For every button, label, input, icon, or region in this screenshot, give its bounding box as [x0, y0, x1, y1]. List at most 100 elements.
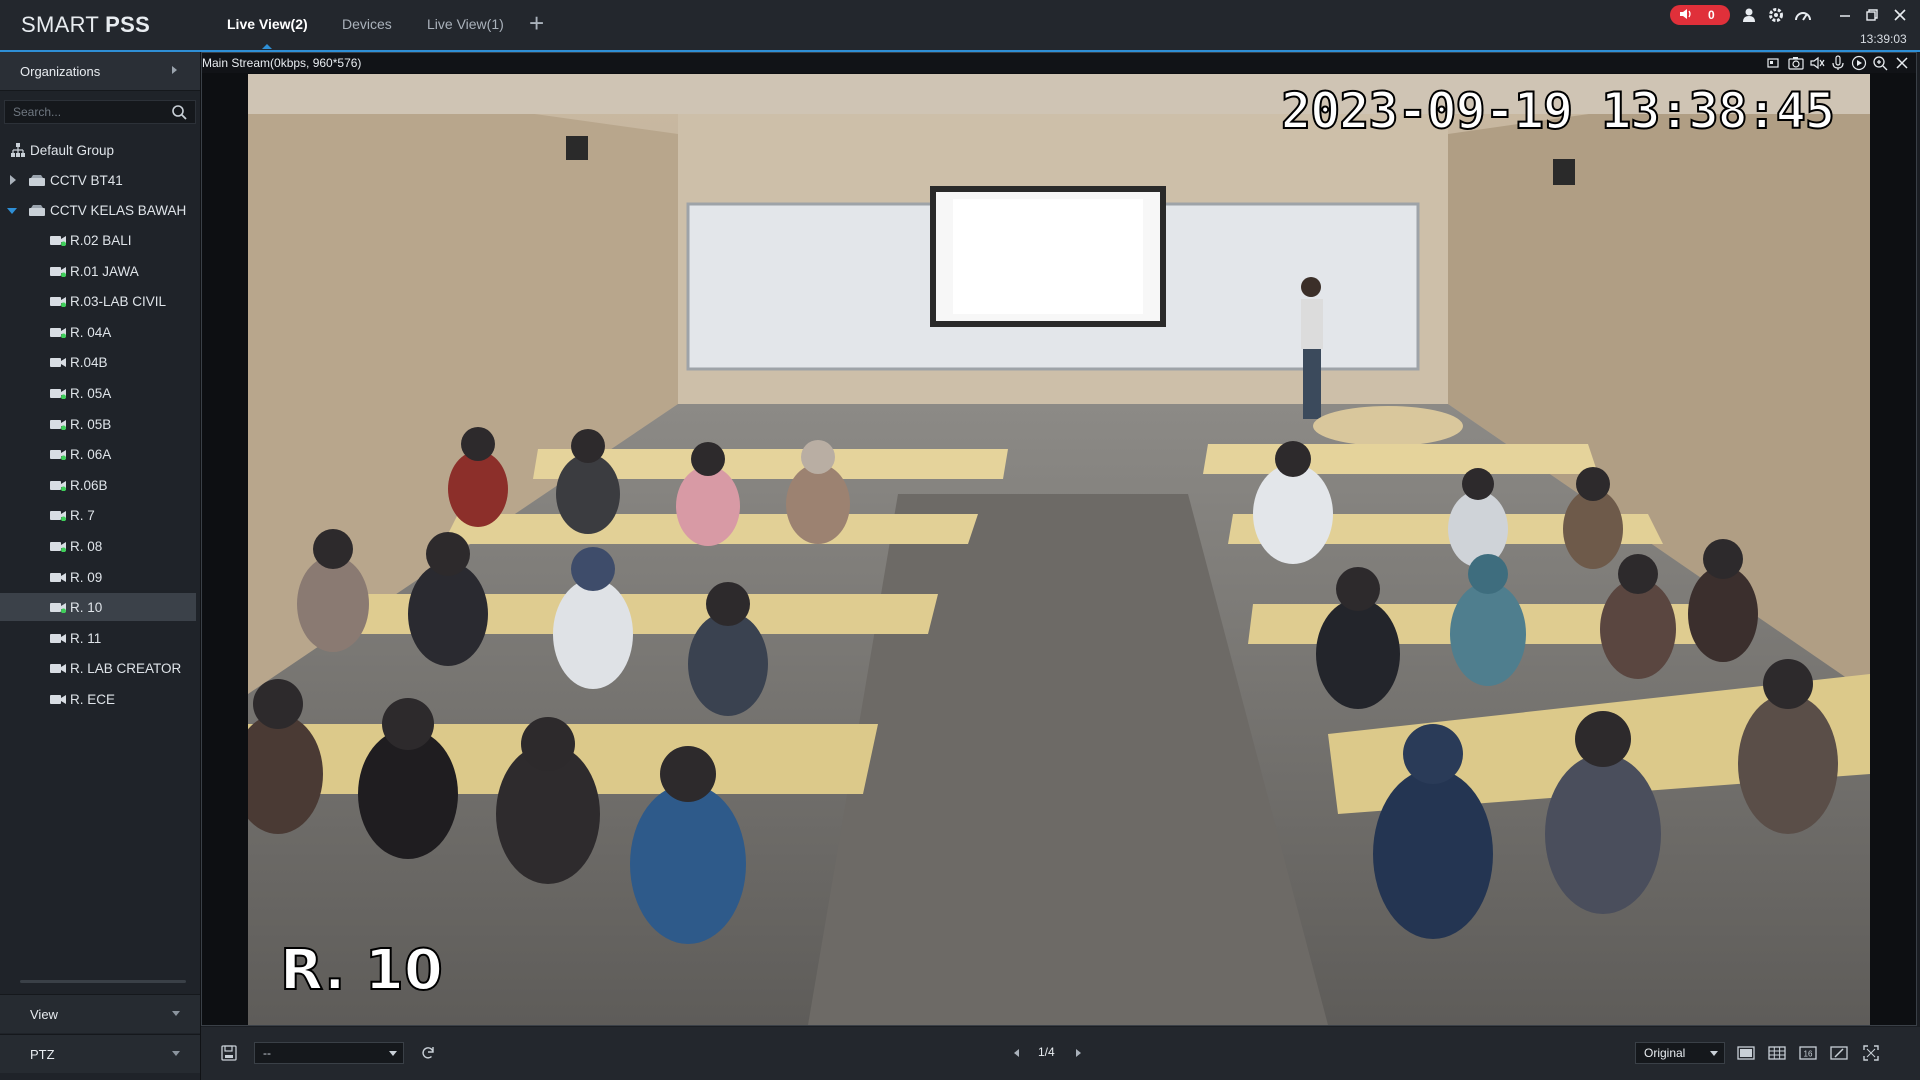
camera-item[interactable]: R. 05A [0, 379, 196, 407]
stream-info: Main Stream(0kbps, 960*576) [202, 56, 362, 70]
snapshot-icon[interactable] [1788, 55, 1804, 71]
aspect-ratio-select[interactable]: Original [1635, 1042, 1725, 1064]
search-input[interactable] [13, 103, 163, 121]
chevron-down-icon [172, 1051, 180, 1056]
talk-icon[interactable] [1830, 55, 1846, 71]
chevron-right-icon [172, 66, 177, 74]
chevron-down-icon [1710, 1051, 1718, 1056]
tree-group-cctv-bt41[interactable]: CCTV BT41 [0, 166, 196, 194]
camera-feed[interactable]: 2023-09-19 13:38:45 R. 10 [248, 74, 1870, 1025]
camera-label: R. 11 [70, 630, 102, 646]
organizations-header[interactable]: Organizations [0, 52, 200, 91]
camera-label: R. 05B [70, 416, 112, 432]
camera-icon [50, 511, 66, 522]
audio-icon[interactable] [1809, 55, 1825, 71]
organization-icon [11, 143, 25, 157]
camera-label: R. 10 [70, 600, 103, 616]
layout-4-icon[interactable] [1768, 1044, 1786, 1062]
zoom-icon[interactable] [1872, 55, 1888, 71]
prev-page-icon[interactable] [1014, 1049, 1019, 1057]
settings-icon[interactable] [1767, 6, 1785, 24]
camera-item[interactable]: R.01 JAWA [0, 257, 196, 285]
tab-live-view-2[interactable]: Live View(2) [227, 16, 308, 49]
camera-item[interactable]: R.03-LAB CIVIL [0, 287, 196, 315]
camera-item[interactable]: R. 11 [0, 624, 196, 652]
fullscreen-icon[interactable] [1862, 1044, 1880, 1062]
view-label: View [30, 1007, 58, 1022]
camera-label: R.04B [70, 355, 108, 371]
camera-item[interactable]: R. 10 [0, 593, 196, 622]
layout-1-icon[interactable] [1737, 1044, 1755, 1062]
refresh-icon[interactable] [419, 1044, 437, 1062]
camera-item[interactable]: R. LAB CREATOR [0, 654, 196, 682]
minimize-icon[interactable] [1836, 6, 1854, 24]
camera-item[interactable]: R.02 BALI [0, 226, 196, 254]
camera-label: R. 08 [70, 539, 103, 554]
tree-label: CCTV BT41 [50, 173, 123, 188]
user-icon[interactable] [1740, 6, 1758, 24]
camera-icon [50, 633, 66, 643]
classroom-scene-image [248, 74, 1870, 1025]
camera-label: R.01 JAWA [70, 263, 139, 279]
tab-live-view-1[interactable]: Live View(1) [427, 16, 504, 32]
alarm-badge[interactable]: 0 [1670, 5, 1730, 25]
tab-devices[interactable]: Devices [342, 16, 392, 32]
search-icon[interactable] [171, 104, 187, 120]
speaker-icon [1680, 9, 1691, 19]
sidebar: Organizations Default Group CCTV BT41 CC… [0, 52, 201, 1080]
collapse-icon[interactable] [7, 208, 17, 214]
view-preset-select[interactable]: -- [254, 1042, 404, 1064]
video-window[interactable]: Main Stream(0kbps, 960*576) 2023-09-19 1… [201, 52, 1917, 1026]
restore-icon[interactable] [1863, 6, 1881, 24]
camera-item[interactable]: R. 7 [0, 501, 196, 529]
expand-icon[interactable] [10, 175, 16, 185]
osd-channel-name: R. 10 [279, 937, 444, 1004]
custom-layout-icon[interactable] [1830, 1044, 1848, 1062]
camera-item[interactable]: R. ECE [0, 685, 196, 713]
sidebar-scrollbar[interactable] [20, 980, 186, 983]
fisheye-icon[interactable] [1767, 55, 1783, 71]
camera-icon [50, 389, 66, 399]
organizations-label: Organizations [20, 64, 101, 79]
camera-label: R. ECE [70, 692, 116, 707]
layout-16-icon[interactable]: 16 [1799, 1044, 1817, 1062]
tree-label: Default Group [30, 143, 115, 158]
camera-icon [50, 419, 66, 430]
camera-label: R. 04A [70, 324, 112, 340]
camera-icon [50, 236, 66, 246]
alarm-count: 0 [1708, 8, 1715, 22]
add-tab-icon[interactable]: + [529, 10, 544, 36]
camera-icon [50, 695, 66, 704]
title-bar: SMART PSS Live View(2) Devices Live View… [0, 0, 1920, 52]
camera-icon [50, 358, 66, 368]
osd-timestamp: 2023-09-19 13:38:45 [1280, 81, 1836, 141]
save-view-icon[interactable] [220, 1044, 238, 1062]
next-page-icon[interactable] [1076, 1049, 1081, 1057]
tree-root-default-group[interactable]: Default Group [0, 136, 196, 164]
camera-label: R. 09 [70, 569, 103, 585]
record-icon[interactable] [1851, 55, 1867, 71]
stream-info-bar: Main Stream(0kbps, 960*576) [202, 53, 1916, 73]
camera-item[interactable]: R. 05B [0, 410, 196, 438]
close-icon[interactable] [1891, 6, 1909, 24]
chevron-down-icon [172, 1011, 180, 1016]
bottom-toolbar: -- 1/4 Original 16 [201, 1027, 1920, 1080]
preset-value: -- [263, 1046, 271, 1060]
camera-icon [50, 603, 66, 614]
performance-icon[interactable] [1794, 6, 1812, 24]
camera-item[interactable]: R. 08 [0, 532, 196, 560]
camera-item[interactable]: R. 09 [0, 563, 196, 591]
camera-item[interactable]: R.06B [0, 471, 196, 499]
view-section[interactable]: View [0, 994, 200, 1033]
page-indicator: 1/4 [1038, 1045, 1055, 1059]
camera-item[interactable]: R. 06A [0, 440, 196, 468]
camera-item[interactable]: R.04B [0, 348, 196, 376]
dvr-icon [29, 175, 45, 186]
camera-item[interactable]: R. 04A [0, 318, 196, 346]
ptz-section[interactable]: PTZ [0, 1034, 200, 1073]
camera-label: R. 7 [70, 508, 95, 524]
close-video-icon[interactable] [1894, 55, 1910, 71]
tree-group-cctv-kelas-bawah[interactable]: CCTV KELAS BAWAH [0, 196, 196, 224]
search-box [4, 100, 196, 124]
tree-label: CCTV KELAS BAWAH [50, 203, 187, 218]
